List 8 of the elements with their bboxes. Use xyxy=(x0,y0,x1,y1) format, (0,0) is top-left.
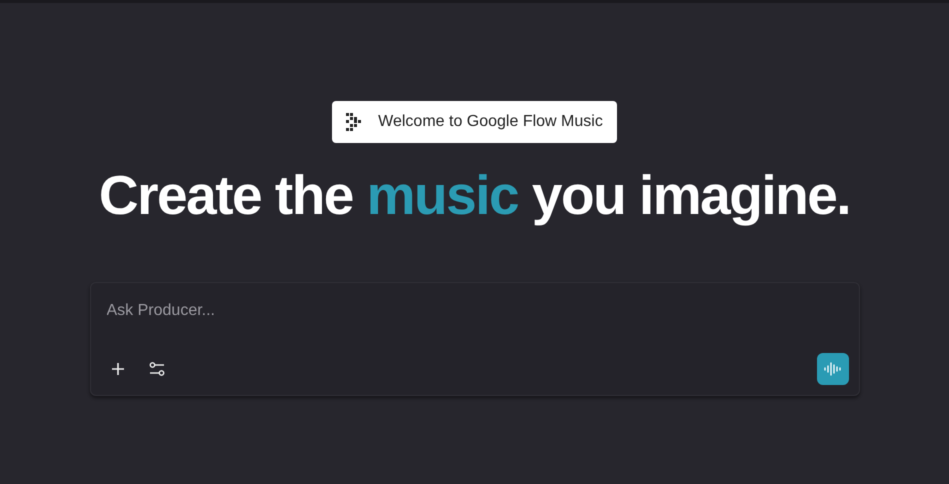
sliders-icon xyxy=(148,360,164,376)
voice-button[interactable] xyxy=(816,352,848,384)
prompt-input[interactable]: Ask Producer... xyxy=(106,298,848,322)
plus-icon xyxy=(110,362,124,376)
waveform-icon xyxy=(824,360,842,376)
headline: Create the music you imagine. xyxy=(98,165,850,226)
welcome-text: Welcome to Google Flow Music xyxy=(378,112,603,132)
logo-icon xyxy=(346,113,362,131)
